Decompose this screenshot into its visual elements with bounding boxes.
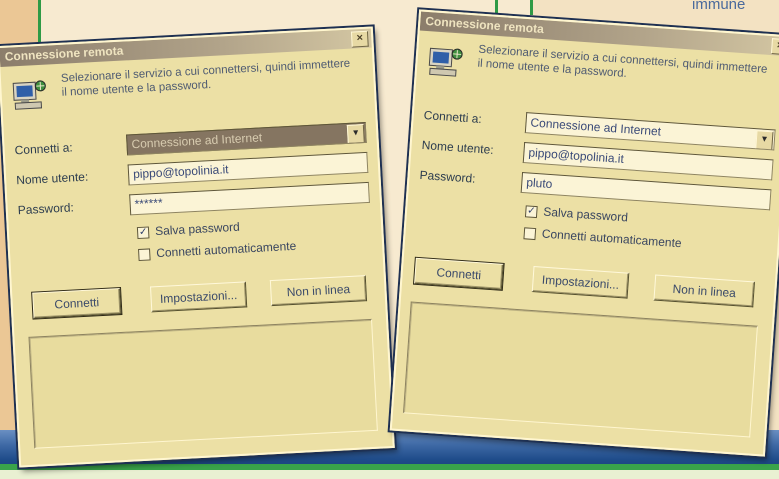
username-input[interactable]: pippo@topolinia.it bbox=[127, 151, 369, 186]
password-input[interactable]: ****** bbox=[129, 181, 370, 216]
connect-button[interactable]: Connetti bbox=[413, 256, 505, 292]
instructions-text: Selezionare il servizio a cui connetters… bbox=[60, 57, 351, 99]
close-button[interactable]: × bbox=[350, 30, 369, 48]
save-password-label: Salva password bbox=[542, 204, 629, 225]
divider-line bbox=[530, 0, 533, 15]
password-label: Password: bbox=[419, 167, 477, 186]
divider-line bbox=[495, 0, 498, 15]
auto-connect-label: Connetti automaticamente bbox=[155, 238, 297, 261]
save-password-checkbox[interactable]: ✓ bbox=[136, 226, 150, 240]
offline-button[interactable]: Non in linea bbox=[653, 274, 756, 308]
connect-to-label: Connetti a: bbox=[423, 107, 483, 127]
auto-connect-label: Connetti automaticamente bbox=[541, 226, 683, 251]
dropdown-arrow-icon[interactable]: ▾ bbox=[346, 124, 365, 144]
dial-up-dialog: Connessione remota × Selezionare il serv… bbox=[0, 26, 395, 468]
article-text-snippet: immune bbox=[692, 0, 746, 13]
computer-icon bbox=[12, 80, 46, 110]
connect-to-value: Connessione ad Internet bbox=[530, 115, 662, 139]
connect-to-label: Connetti a: bbox=[14, 140, 74, 158]
connect-to-select[interactable]: Connessione ad Internet ▾ bbox=[126, 121, 367, 156]
dropdown-arrow-icon[interactable]: ▾ bbox=[755, 130, 774, 151]
username-label: Nome utente: bbox=[421, 137, 495, 157]
dial-up-dialog: Connessione remota × Selezionare il serv… bbox=[389, 9, 779, 457]
password-label: Password: bbox=[17, 200, 75, 218]
computer-icon bbox=[428, 47, 463, 77]
auto-connect-checkbox[interactable] bbox=[523, 227, 537, 241]
settings-button[interactable]: Impostazioni... bbox=[150, 281, 248, 313]
connect-button[interactable]: Connetti bbox=[31, 286, 123, 320]
connect-to-value: Connessione ad Internet bbox=[131, 130, 263, 152]
save-password-checkbox[interactable]: ✓ bbox=[524, 205, 538, 219]
status-area bbox=[28, 318, 378, 449]
page-footer-edge bbox=[0, 470, 779, 479]
settings-button[interactable]: Impostazioni... bbox=[531, 266, 630, 299]
status-area bbox=[402, 301, 758, 438]
close-button[interactable]: × bbox=[770, 38, 779, 56]
offline-button[interactable]: Non in linea bbox=[269, 275, 368, 307]
save-password-label: Salva password bbox=[154, 219, 241, 239]
auto-connect-checkbox[interactable] bbox=[138, 248, 151, 262]
username-label: Nome utente: bbox=[15, 169, 89, 188]
